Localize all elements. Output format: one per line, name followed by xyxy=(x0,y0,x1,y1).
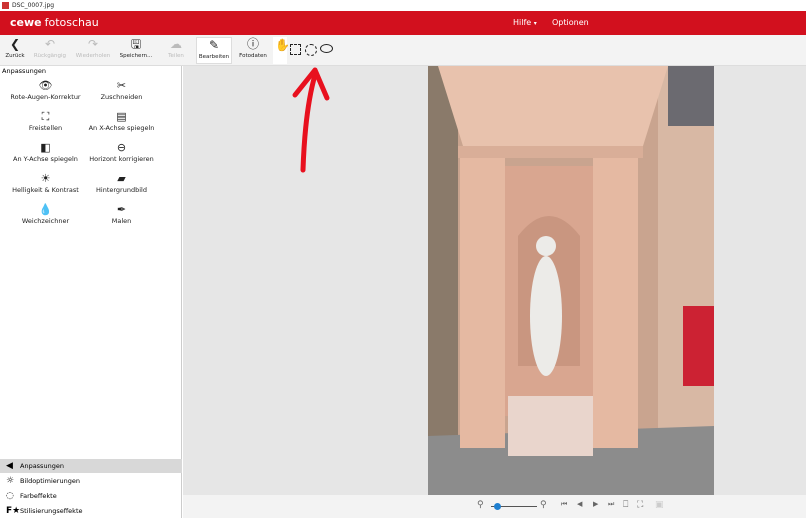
category-optimizations[interactable]: ☼ Bildoptimierungen xyxy=(0,474,182,488)
tool-flip-x[interactable]: ▤ An X-Achse spiegeln xyxy=(76,109,167,132)
zoom-out-icon[interactable]: ⚲ xyxy=(477,500,484,510)
bookmark-icon[interactable]: ⎕ xyxy=(623,500,628,510)
tool-paint[interactable]: ✒ Malen xyxy=(76,202,167,225)
arrow-left-icon: ◀ xyxy=(6,461,13,471)
fullscreen-icon[interactable]: ⛶ xyxy=(637,500,643,510)
toolbar: ❮ Zurück ↶ Rückgängig ↷ Wiederholen 🖫 Speich… xyxy=(0,35,806,66)
share-icon: ☁ xyxy=(170,37,182,51)
section-title: Anpassungen xyxy=(2,67,46,75)
menu-help[interactable]: Hilfe ▾ xyxy=(513,18,537,27)
first-image-icon[interactable]: ⏮ xyxy=(561,500,567,509)
red-arrow-annotation xyxy=(292,67,330,173)
redo-button[interactable]: ↷ Wiederholen xyxy=(72,37,114,64)
redo-icon: ↷ xyxy=(87,37,99,51)
brush-icon: ✒ xyxy=(116,203,127,216)
palette-icon: ◌ xyxy=(6,491,14,501)
sun-icon: ☼ xyxy=(6,476,15,486)
back-button[interactable]: ❮ Zurück xyxy=(2,37,28,64)
image-canvas[interactable] xyxy=(183,66,806,495)
zoom-slider-thumb[interactable] xyxy=(494,503,501,510)
background-image-icon: ▰ xyxy=(117,172,126,185)
bottom-bar: ⚲ ⚲ ⏮ ◀ ▶ ⏭ ⎕ ⛶ ▣ xyxy=(183,495,806,518)
previous-image-icon[interactable]: ◀ xyxy=(577,500,582,508)
tool-crop[interactable]: ✂ Zuschneiden xyxy=(76,78,167,101)
photo xyxy=(428,66,714,495)
window-titlebar: DSC_0007.jpg xyxy=(0,0,806,11)
save-icon: 🖫 xyxy=(130,37,142,51)
chevron-left-icon: ❮ xyxy=(9,37,21,51)
zoom-in-icon[interactable]: ⚲ xyxy=(540,500,547,510)
info-icon: ⓘ xyxy=(246,37,259,51)
undo-icon: ↶ xyxy=(44,37,56,51)
category-adjustments[interactable]: ◀ Anpassungen xyxy=(0,459,182,473)
tool-horizon[interactable]: ⊖ Horizont korrigieren xyxy=(76,140,167,163)
app-icon xyxy=(2,2,9,9)
next-image-icon[interactable]: ▶ xyxy=(593,500,598,508)
fx-icon: F★ xyxy=(6,506,21,516)
last-image-icon[interactable]: ⏭ xyxy=(608,500,614,509)
slideshow-icon[interactable]: ▣ xyxy=(655,500,664,510)
flip-x-icon: ▤ xyxy=(116,110,127,123)
category-color-effects[interactable]: ◌ Farbeffekte xyxy=(0,489,182,503)
tool-background[interactable]: ▰ Hintergrundbild xyxy=(76,171,167,194)
menu-options[interactable]: Optionen xyxy=(552,18,589,27)
logo: cewe fotoschau xyxy=(10,16,99,29)
horizon-icon: ⊖ xyxy=(116,141,127,154)
photodata-button[interactable]: ⓘ Fotodaten xyxy=(234,37,272,64)
window-title: DSC_0007.jpg xyxy=(12,2,55,9)
sidebar: Anpassungen 👁 Rote-Augen-Korrektur ✂ Zusch… xyxy=(0,66,182,518)
category-stylize[interactable]: F★ Stilisierungseffekte xyxy=(0,504,182,518)
save-button[interactable]: 🖫 Speichern... xyxy=(116,37,156,64)
app-header: cewe fotoschau Hilfe ▾ Optionen xyxy=(0,11,806,35)
share-button[interactable]: ☁ Teilen xyxy=(158,37,194,64)
edit-button[interactable]: ✎ Bearbeiten xyxy=(196,37,232,64)
edit-icon: ✎ xyxy=(208,38,220,52)
scissors-icon: ✂ xyxy=(116,79,127,92)
undo-button[interactable]: ↶ Rückgängig xyxy=(30,37,70,64)
